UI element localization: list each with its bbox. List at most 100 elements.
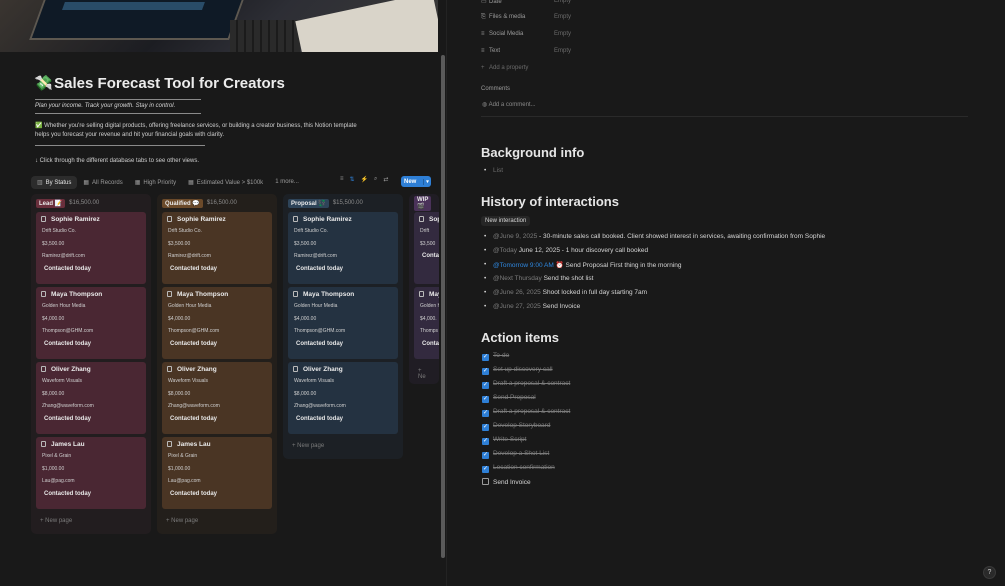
todo-item[interactable]: ✓ Location confirmation: [482, 464, 555, 473]
status-badge[interactable]: WIP 🎬: [414, 195, 432, 211]
status-badge[interactable]: Proposal 💱: [288, 198, 329, 208]
comment-input[interactable]: ◍ Add a comment...: [482, 101, 536, 108]
property-value[interactable]: Empty: [554, 48, 571, 54]
cover-image[interactable]: [0, 0, 438, 52]
page-title[interactable]: 💸 Sales Forecast Tool for Creators: [34, 74, 285, 92]
todo-item[interactable]: ✓ Write Script: [482, 436, 526, 445]
automation-icon[interactable]: ⚡: [361, 176, 368, 183]
new-record-button[interactable]: New ▾: [401, 176, 431, 187]
checkbox[interactable]: ✓: [482, 382, 489, 389]
todo-item[interactable]: Send Invoice: [482, 478, 531, 486]
record-card[interactable]: Maya Thompson Golden Hour Media $4,000.00 T…: [36, 287, 146, 359]
tab-0[interactable]: ▥ By Status: [31, 175, 78, 189]
todo-item[interactable]: ✓ Develop a Shot List: [482, 450, 549, 459]
checkbox[interactable]: ✓: [482, 354, 489, 361]
company-name: Waveform Visuals: [42, 378, 83, 384]
checkbox[interactable]: ✓: [482, 396, 489, 403]
new-page-button[interactable]: + Ne: [414, 362, 434, 384]
email-address: Thompson@GHM.com: [168, 328, 220, 334]
tab-3[interactable]: ▦ Estimated Value > $100k: [182, 176, 269, 189]
search-icon[interactable]: ⌕: [374, 176, 377, 183]
date-mention[interactable]: @June 26, 2025: [493, 289, 541, 296]
new-page-button[interactable]: + New page: [36, 512, 146, 530]
column-sum: $16,500.00: [206, 200, 237, 206]
deal-value: $3,500.00: [294, 240, 317, 247]
todo-item[interactable]: ✓ Send Proposal: [482, 394, 536, 403]
new-page-button[interactable]: + New page: [288, 437, 398, 455]
tab-1[interactable]: ▦ All Records: [77, 176, 128, 189]
checkbox[interactable]: ✓: [482, 424, 489, 431]
checkbox[interactable]: ✓: [482, 368, 489, 375]
history-item[interactable]: @June 26, 2025 Shoot locked in full day …: [484, 289, 647, 296]
property-value[interactable]: Empty: [554, 14, 571, 20]
new-interaction-button[interactable]: New interaction: [481, 216, 531, 226]
deal-value: $4,000.: [420, 315, 437, 322]
sort-icon[interactable]: ⇅: [350, 176, 355, 183]
history-text: @Today June 12, 2025 - 1 hour discovery …: [493, 247, 648, 254]
page-icon: [167, 216, 172, 222]
contact-status: Contacted today: [170, 415, 218, 422]
record-card[interactable]: Sophie Ramirez Drift Studio Co. $3,500.00 R…: [36, 212, 146, 284]
property-2[interactable]: ≡ Social Media: [481, 31, 523, 37]
date-mention[interactable]: @Next Thursday: [493, 275, 542, 282]
new-page-button[interactable]: + New page: [162, 512, 272, 530]
bullet-item[interactable]: List: [484, 167, 503, 174]
status-badge[interactable]: Lead 📝: [36, 198, 66, 208]
todo-item[interactable]: ✓ Set up discovery call: [482, 366, 553, 375]
checkbox[interactable]: ✓: [482, 410, 489, 417]
help-button[interactable]: ?: [983, 566, 996, 579]
todo-item[interactable]: ✓ Develop Storyboard: [482, 422, 550, 431]
record-card[interactable]: James Lau Pixel & Grain $1,000.00 Lau@pag.c…: [36, 437, 146, 509]
add-property-button[interactable]: + Add a property: [481, 65, 528, 71]
record-card[interactable]: Oliver Zhang Waveform Visuals $8,000.00 Zha…: [36, 362, 146, 434]
record-card[interactable]: Sop Drift $3,500 Conta: [414, 212, 439, 284]
checkbox[interactable]: [482, 478, 489, 485]
history-item[interactable]: @Tomorrow 9:00 AM ⏰ Send Proposal First …: [484, 261, 681, 269]
date-mention[interactable]: @Tomorrow 9:00 AM ⏰: [493, 262, 564, 269]
property-0[interactable]: ▭ Date: [481, 0, 502, 5]
property-3[interactable]: ≡ Text: [481, 48, 500, 54]
todo-item[interactable]: ✓ To-do: [482, 352, 509, 361]
page-icon: [167, 291, 172, 297]
property-1[interactable]: ⎘ Files & media: [481, 14, 525, 21]
status-badge[interactable]: Qualified 💬: [162, 198, 203, 208]
todo-item[interactable]: ✓ Draft a proposal & contract: [482, 408, 570, 417]
date-mention[interactable]: @June 9, 2025: [493, 233, 537, 240]
checkbox[interactable]: ✓: [482, 452, 489, 459]
calendar-icon: ▭: [481, 0, 487, 5]
new-page-label: New page: [45, 518, 73, 524]
chevron-down-icon[interactable]: ▾: [423, 178, 431, 185]
tab-2[interactable]: ▦ High Priority: [129, 176, 182, 189]
filter-icon[interactable]: ≡: [340, 176, 344, 183]
deal-value: $3,500.00: [168, 240, 191, 247]
checkbox[interactable]: ✓: [482, 466, 489, 473]
date-mention[interactable]: @June 27, 2025: [493, 303, 541, 310]
company-name: Golden Hour Media: [294, 303, 338, 309]
record-card[interactable]: May Golden H $4,000. Thomps Conta: [414, 287, 439, 359]
checkbox[interactable]: ✓: [482, 438, 489, 445]
date-mention[interactable]: @Today: [493, 247, 517, 254]
record-card[interactable]: Oliver Zhang Waveform Visuals $8,000.00 Zha…: [288, 362, 398, 434]
history-item[interactable]: @June 9, 2025 - 30-minute sales call boo…: [484, 233, 825, 240]
history-text: @Next Thursday Send the shot list: [493, 275, 593, 282]
tab-4[interactable]: 1 more...: [269, 176, 305, 188]
record-card[interactable]: Maya Thompson Golden Hour Media $4,000.00 T…: [162, 287, 272, 359]
description: ✅ Whether you're selling digital product…: [35, 122, 365, 140]
history-item[interactable]: @Today June 12, 2025 - 1 hour discovery …: [484, 247, 648, 254]
history-item[interactable]: @June 27, 2025 Send Invoice: [484, 303, 580, 310]
record-card[interactable]: Sophie Ramirez Drift Studio Co. $3,500.00 R…: [162, 212, 272, 284]
scrollbar[interactable]: [441, 55, 445, 558]
divider: [35, 145, 205, 146]
property-value[interactable]: Empty: [554, 31, 571, 37]
card-name: Oliver Zhang: [41, 366, 141, 373]
record-card[interactable]: Oliver Zhang Waveform Visuals $8,000.00 Zha…: [162, 362, 272, 434]
record-card[interactable]: Sophie Ramirez Drift Studio Co. $3,500.00 R…: [288, 212, 398, 284]
property-value[interactable]: Empty: [554, 0, 571, 4]
settings-icon[interactable]: ⇄: [383, 176, 388, 183]
record-card[interactable]: James Lau Pixel & Grain $1,000.00 Lau@pag.c…: [162, 437, 272, 509]
history-item[interactable]: @Next Thursday Send the shot list: [484, 275, 593, 282]
todo-item[interactable]: ✓ Draft a proposal & contract: [482, 380, 570, 389]
comments-heading: Comments: [481, 86, 511, 92]
tab-label: All Records: [92, 179, 123, 186]
record-card[interactable]: Maya Thompson Golden Hour Media $4,000.00 T…: [288, 287, 398, 359]
